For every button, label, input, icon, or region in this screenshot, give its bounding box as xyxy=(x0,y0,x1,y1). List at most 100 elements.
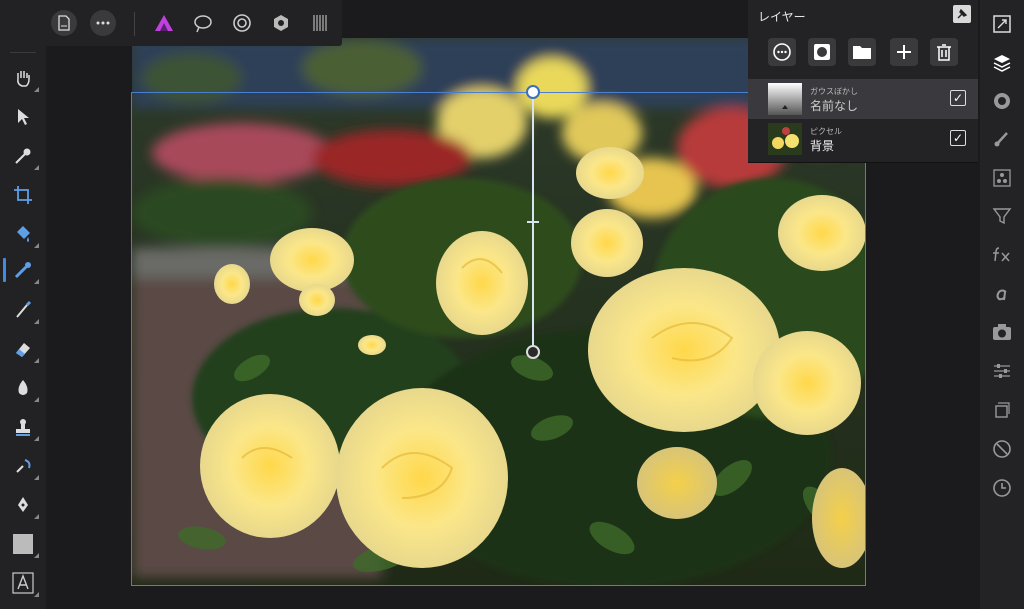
layer-name: 背景 xyxy=(810,139,835,153)
develop-persona-icon xyxy=(233,14,251,32)
studio-bar xyxy=(980,0,1024,609)
camera-icon xyxy=(993,324,1011,340)
mask-icon xyxy=(814,44,830,60)
layers-studio-button[interactable] xyxy=(990,51,1014,75)
text-icon xyxy=(12,572,34,594)
add-icon xyxy=(897,45,911,59)
adjustments-icon xyxy=(994,364,1010,378)
liquify-persona-icon xyxy=(194,15,212,33)
layer-name: 名前なし xyxy=(810,99,859,113)
document-button[interactable] xyxy=(51,10,77,36)
eraser-icon xyxy=(16,343,30,357)
dodge-icon xyxy=(18,380,28,395)
clock-studio-button[interactable] xyxy=(990,476,1014,500)
filter-studio-button[interactable] xyxy=(990,204,1014,228)
move-tool[interactable] xyxy=(9,103,37,131)
brushes-studio-button[interactable] xyxy=(990,127,1014,151)
pen-tool[interactable] xyxy=(9,491,39,519)
gradient-tool[interactable] xyxy=(9,256,39,284)
adjustments-studio-button[interactable] xyxy=(990,359,1014,383)
paint-brush-icon xyxy=(16,300,32,318)
layer-options-button[interactable] xyxy=(768,38,796,66)
layer-thumbnail xyxy=(768,123,802,155)
add-group-button[interactable] xyxy=(848,38,876,66)
active-tool-indicator xyxy=(3,258,6,282)
tone-mapping-persona-icon xyxy=(274,15,288,31)
develop-persona-button[interactable] xyxy=(230,11,254,35)
red-eye-tool[interactable] xyxy=(9,452,39,480)
layer-row-background[interactable]: ピクセル 背景 ✓ xyxy=(748,119,978,159)
move-icon xyxy=(18,109,29,125)
navigator-icon xyxy=(993,15,1011,33)
channels-icon xyxy=(993,169,1011,187)
layers-panel: レイヤー ガウスぼかし 名前なし ✓ ピクセル 背景 ✓ xyxy=(748,0,978,163)
ellipsis-icon xyxy=(96,21,110,25)
photo-persona-button[interactable] xyxy=(152,11,176,35)
export-persona-button[interactable] xyxy=(308,11,332,35)
gradient-icon xyxy=(14,262,31,279)
options-icon xyxy=(773,43,791,61)
layers-panel-title: レイヤー xyxy=(758,10,806,24)
clock-icon xyxy=(993,479,1011,497)
delete-layer-button[interactable] xyxy=(930,38,958,66)
channels-studio-button[interactable] xyxy=(990,166,1014,190)
crop-tool[interactable] xyxy=(9,181,37,209)
tools-panel xyxy=(0,0,46,609)
red-eye-icon xyxy=(16,459,31,473)
pin-panel-button[interactable] xyxy=(953,5,971,23)
transform-studio-button[interactable] xyxy=(990,398,1014,422)
clone-stamp-icon xyxy=(16,419,30,436)
history-icon xyxy=(993,440,1011,458)
color-picker-tool[interactable] xyxy=(9,142,39,170)
fill-tool[interactable] xyxy=(9,220,39,248)
top-toolbar xyxy=(0,0,342,46)
character-icon xyxy=(996,289,1007,301)
layer-thumbnail xyxy=(768,83,802,115)
selection-bounds xyxy=(131,92,866,586)
shape-icon xyxy=(13,534,33,554)
gradient-end-handle[interactable] xyxy=(526,345,540,359)
fx-icon xyxy=(993,247,1010,262)
add-layer-button[interactable] xyxy=(890,38,918,66)
layers-icon xyxy=(993,55,1011,72)
export-persona-icon xyxy=(313,15,327,31)
character-studio-button[interactable] xyxy=(990,282,1014,306)
gradient-start-handle[interactable] xyxy=(526,85,540,99)
camera-studio-button[interactable] xyxy=(990,320,1014,344)
layer-visibility-checkbox[interactable]: ✓ xyxy=(950,90,966,106)
layer-visibility-checkbox[interactable]: ✓ xyxy=(950,130,966,146)
more-button[interactable] xyxy=(90,10,116,36)
eraser-tool[interactable] xyxy=(9,335,39,363)
history-studio-button[interactable] xyxy=(990,437,1014,461)
color-studio-button[interactable] xyxy=(990,89,1014,113)
layer-type-label: ガウスぼかし xyxy=(810,87,858,96)
text-tool[interactable] xyxy=(9,569,39,597)
gradient-midpoint[interactable] xyxy=(527,221,539,223)
brushes-icon xyxy=(994,132,1008,147)
tone-mapping-persona-button[interactable] xyxy=(269,11,293,35)
paint-brush-tool[interactable] xyxy=(9,296,39,324)
fill-icon xyxy=(17,226,30,242)
hand-icon xyxy=(17,71,30,87)
photo-persona-icon xyxy=(155,15,173,31)
delete-icon xyxy=(937,44,951,61)
clone-stamp-tool[interactable] xyxy=(9,413,39,441)
group-icon xyxy=(853,46,871,59)
filter-icon xyxy=(992,208,1012,225)
add-mask-button[interactable] xyxy=(808,38,836,66)
color-icon xyxy=(994,93,1010,109)
fx-studio-button[interactable] xyxy=(990,243,1014,267)
document-icon xyxy=(58,15,70,31)
toolbar-divider xyxy=(134,12,135,36)
pen-icon xyxy=(18,497,28,512)
layer-row-blur[interactable]: ガウスぼかし 名前なし ✓ xyxy=(748,79,978,119)
crop-icon xyxy=(14,186,32,204)
hand-tool[interactable] xyxy=(9,64,39,92)
color-picker-icon xyxy=(15,148,31,164)
dodge-tool[interactable] xyxy=(9,374,39,402)
shape-tool[interactable] xyxy=(9,530,39,558)
navigator-button[interactable] xyxy=(990,12,1014,36)
pin-icon xyxy=(957,8,968,19)
transform-icon xyxy=(995,402,1010,418)
liquify-persona-button[interactable] xyxy=(191,11,215,35)
